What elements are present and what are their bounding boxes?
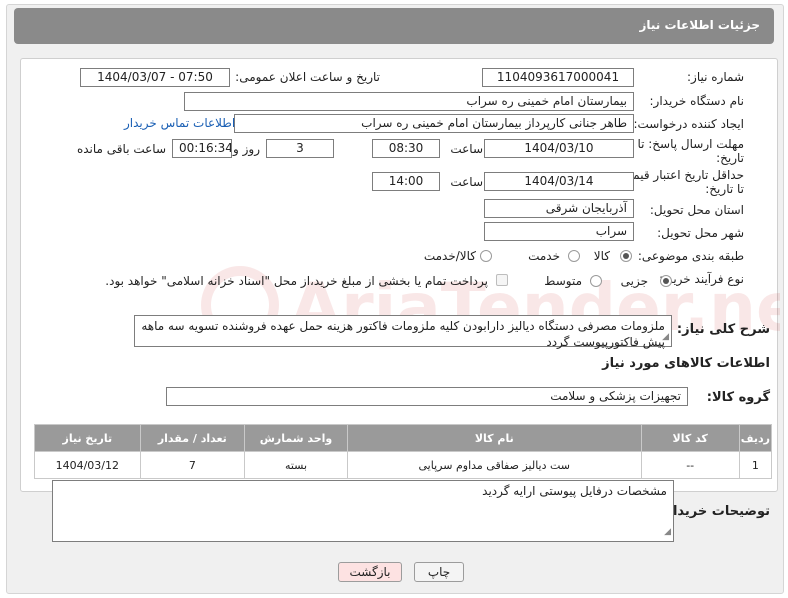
summary-field: ملزومات مصرفی دستگاه دیالیز دارابودن کلی…	[134, 315, 672, 349]
announce-label: تاریخ و ساعت اعلان عمومی:	[235, 70, 380, 84]
summary-text: ملزومات مصرفی دستگاه دیالیز دارابودن کلی…	[141, 319, 665, 349]
buyer-org-label: نام دستگاه خریدار:	[649, 94, 745, 108]
creator-field: طاهر جنانی کارپرداز بیمارستان امام خمینی…	[234, 114, 634, 133]
page-header: جزئیات اطلاعات نیاز	[14, 8, 774, 44]
category-option-goods: کالا	[593, 249, 610, 263]
need-number-field: 1104093617000041	[482, 68, 634, 87]
cell-unit: بسته	[244, 451, 348, 479]
back-button[interactable]: بازگشت	[338, 562, 402, 582]
summary-label: شرح کلی نیاز:	[676, 322, 770, 337]
treasury-payment-checkbox[interactable]	[496, 274, 508, 286]
deadline-time-field: 08:30	[372, 139, 440, 158]
validity-label-2: تا تاریخ:	[705, 182, 744, 196]
category-radio-goods[interactable]	[620, 250, 632, 262]
cell-quantity: 7	[139, 451, 246, 479]
deadline-time-label: ساعت	[450, 142, 483, 156]
col-row-number: ردیف	[738, 424, 773, 452]
payment-note: پرداخت تمام یا بخشی از مبلغ خرید،از محل …	[105, 274, 488, 288]
table-header-row: ردیف کد کالا نام کالا واحد شمارش تعداد /…	[34, 424, 773, 452]
col-goods-name: نام کالا	[346, 424, 642, 452]
buyer-contact-link[interactable]: اطلاعات تماس خریدار	[124, 116, 235, 130]
page-title: جزئیات اطلاعات نیاز	[639, 18, 760, 32]
goods-info-title: اطلاعات کالاهای مورد نیاز	[602, 356, 770, 371]
announce-field: 1404/03/07 - 07:50	[80, 68, 230, 87]
goods-group-label: گروه کالا:	[706, 390, 770, 405]
col-unit: واحد شمارش	[244, 424, 348, 452]
deadline-label: مهلت ارسال پاسخ: تا	[637, 137, 744, 151]
goods-table: ردیف کد کالا نام کالا واحد شمارش تعداد /…	[34, 424, 773, 479]
process-option-minor: جزیی	[620, 274, 648, 288]
cell-goods-name: ست دیالیز صفاقی مداوم سرپایی	[346, 451, 642, 479]
cell-row-number: 1	[738, 451, 773, 479]
cell-goods-code: --	[640, 451, 740, 479]
buyer-notes-text: مشخصات درفایل پیوستی ارایه گردید	[482, 484, 667, 498]
category-radio-goods-service[interactable]	[480, 250, 492, 262]
buyer-notes-field: مشخصات درفایل پیوستی ارایه گردید ◢	[52, 480, 674, 542]
process-radio-minor[interactable]	[660, 275, 672, 287]
city-field: سراب	[484, 222, 634, 241]
validity-label: حداقل تاریخ اعتبار قیمت:	[617, 168, 744, 182]
col-goods-code: کد کالا	[640, 424, 740, 452]
days-field: 3	[266, 139, 334, 158]
days-label: روز و	[233, 142, 260, 156]
process-radio-medium[interactable]	[590, 275, 602, 287]
remaining-time-field: 00:16:34	[172, 139, 232, 158]
category-option-goods-service: کالا/خدمت	[423, 249, 476, 263]
validity-time-field: 14:00	[372, 172, 440, 191]
validity-time-label: ساعت	[450, 175, 483, 189]
buyer-notes-label: توضیحات خریدار:	[660, 504, 770, 519]
category-radio-service[interactable]	[568, 250, 580, 262]
buyer-org-field: بیمارستان امام خمینی ره سراب	[184, 92, 634, 111]
print-button[interactable]: چاپ	[414, 562, 464, 582]
col-quantity: تعداد / مقدار	[139, 424, 246, 452]
validity-date-field: 1404/03/14	[484, 172, 634, 191]
remaining-label: ساعت باقی مانده	[76, 142, 166, 156]
process-option-medium: متوسط	[544, 274, 582, 288]
city-label: شهر محل تحویل:	[657, 226, 744, 240]
cell-need-date: 1404/03/12	[34, 451, 141, 479]
province-label: استان محل تحویل:	[649, 203, 744, 217]
need-number-label: شماره نیاز:	[687, 70, 744, 84]
col-need-date: تاریخ نیاز	[34, 424, 141, 452]
category-label: طبقه بندی موضوعی:	[637, 249, 744, 263]
resize-grip-icon[interactable]: ◢	[662, 329, 669, 345]
creator-label: ایجاد کننده درخواست:	[633, 117, 744, 131]
province-field: آذربایجان شرقی	[484, 199, 634, 218]
goods-group-field: تجهیزات پزشکی و سلامت	[166, 387, 688, 406]
table-row: 1 -- ست دیالیز صفاقی مداوم سرپایی بسته 7…	[34, 451, 773, 479]
category-option-service: خدمت	[528, 249, 560, 263]
deadline-label-2: تاریخ:	[716, 151, 744, 165]
notes-resize-grip-icon[interactable]: ◢	[664, 524, 671, 540]
deadline-date-field: 1404/03/10	[484, 139, 634, 158]
